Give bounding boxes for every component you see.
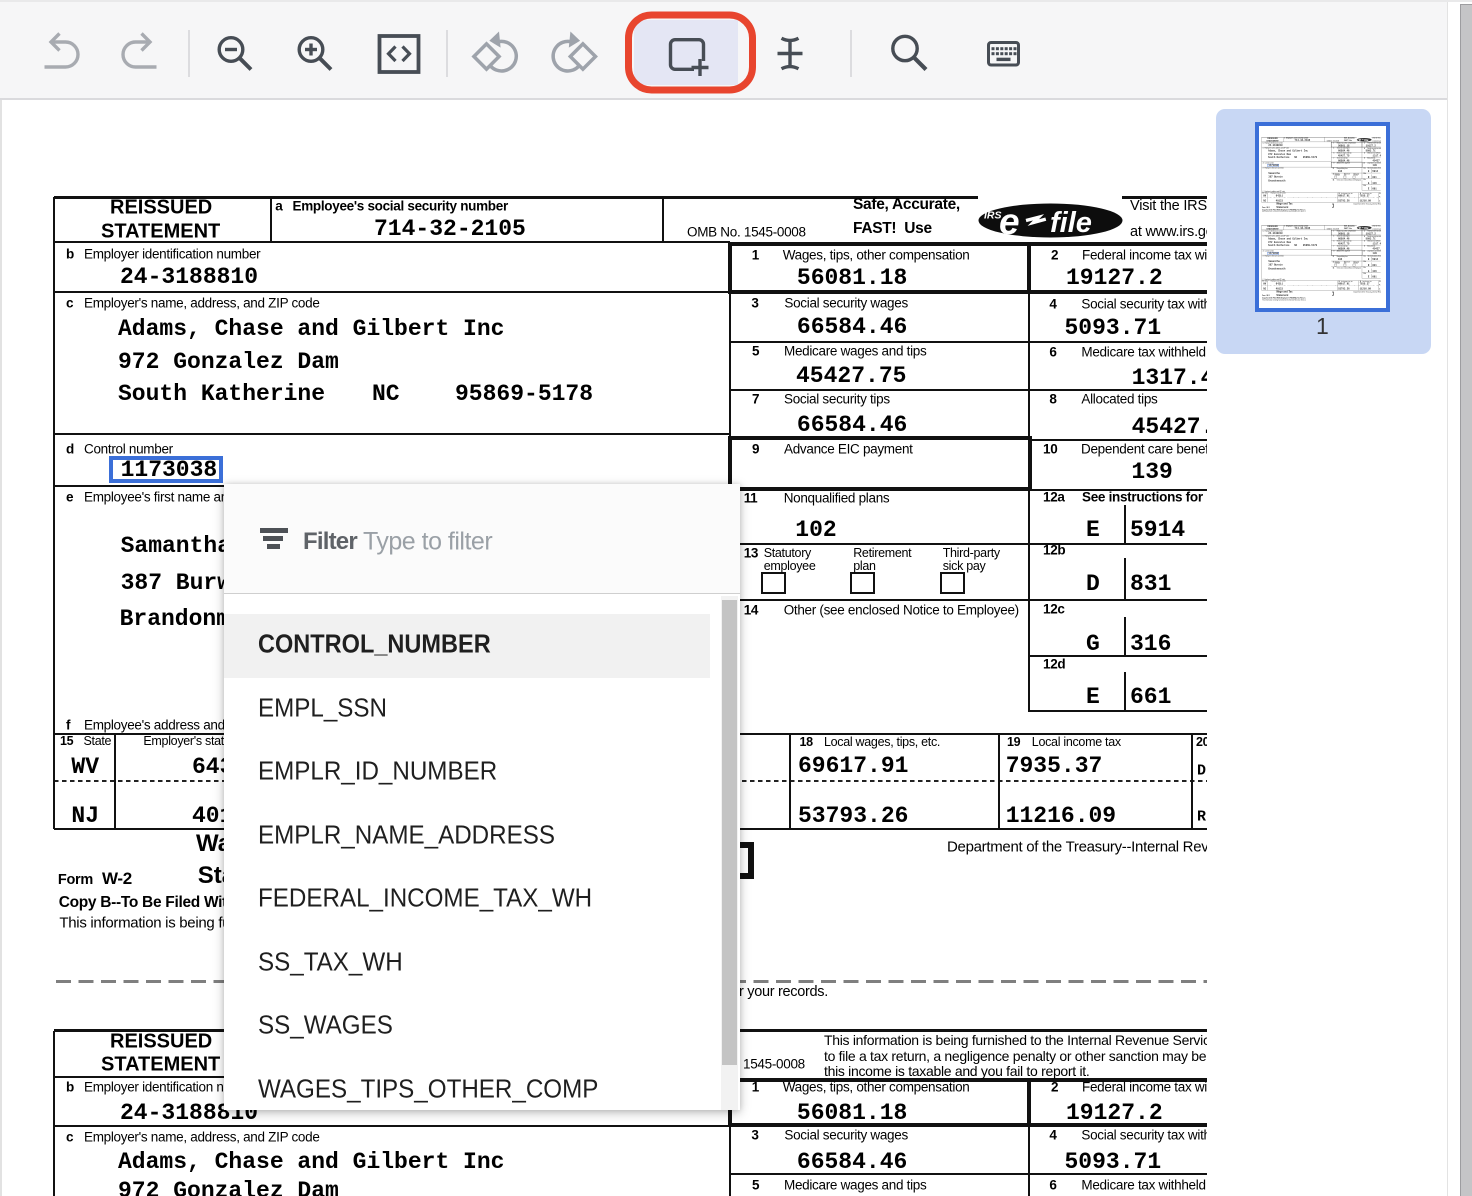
svg-text:file: file xyxy=(1364,226,1369,230)
svg-text:e: e xyxy=(1358,226,1360,230)
svg-text:e: e xyxy=(1358,138,1360,142)
svg-text:file: file xyxy=(1364,138,1369,142)
svg-text:file: file xyxy=(1050,207,1092,239)
svg-text:e: e xyxy=(999,203,1020,239)
